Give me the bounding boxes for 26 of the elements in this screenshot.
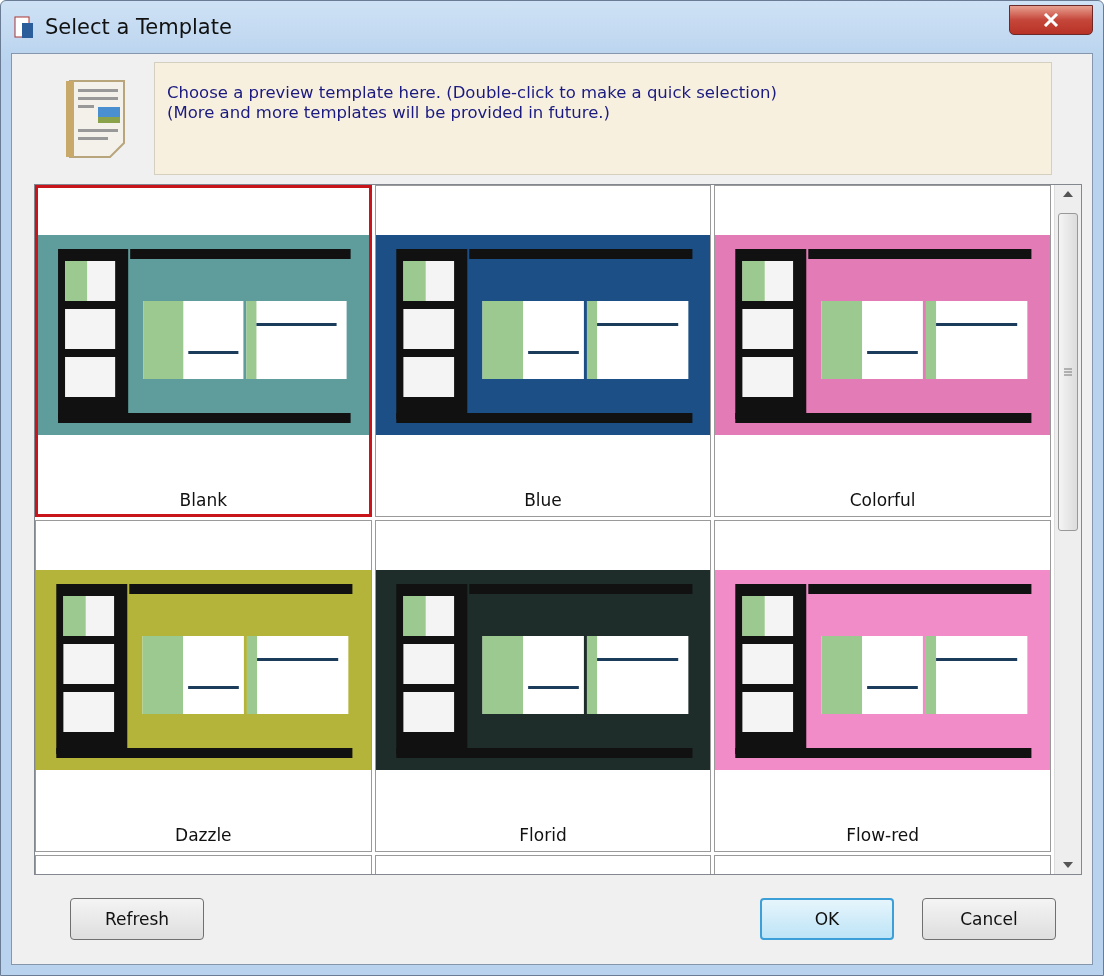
scroll-thumb[interactable] <box>1058 213 1078 532</box>
template-card[interactable]: Dazzle <box>35 520 372 853</box>
dialog-button[interactable]: Cancel <box>922 898 1056 941</box>
template-name: Flow-red <box>846 825 920 846</box>
template-card[interactable]: Florid <box>374 520 712 853</box>
scroll-up-icon <box>1063 191 1073 198</box>
template-card[interactable]: Colorful <box>714 185 1051 518</box>
template-name: Blank <box>179 490 228 511</box>
dialog-button[interactable]: OK <box>760 898 894 941</box>
window-title: Select a Template <box>45 15 233 39</box>
template-name: Blue <box>524 490 562 511</box>
template-name: Colorful <box>849 490 916 511</box>
template-name: Florid <box>519 825 567 846</box>
close-button[interactable] <box>1009 5 1093 35</box>
grip-icon <box>1064 368 1072 377</box>
template-card[interactable]: Blue <box>374 185 712 518</box>
template-card[interactable]: Blank <box>35 185 372 518</box>
scroll-bar[interactable] <box>1054 185 1081 874</box>
info-text: Choose a preview template here. (Double-click to make a quick selection) <box>167 83 778 103</box>
template-name: Dazzle <box>175 825 232 846</box>
window-app-icon <box>13 15 35 39</box>
template-card[interactable]: Flow-red <box>714 520 1051 853</box>
info-text: (More and more templates will be provided in future.) <box>167 103 611 123</box>
dialog-button[interactable]: Refresh <box>70 898 204 941</box>
close-icon <box>1043 13 1059 27</box>
scroll-down-icon <box>1063 861 1073 868</box>
